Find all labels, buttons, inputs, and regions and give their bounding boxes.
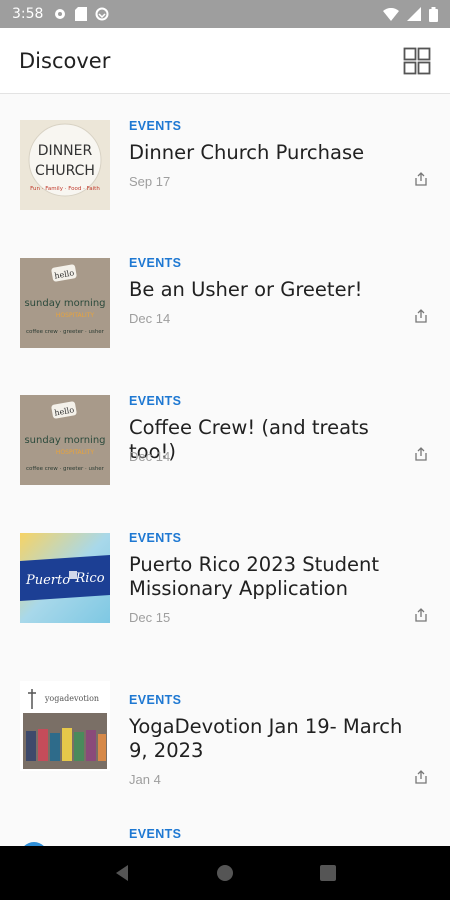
settings-icon (55, 9, 66, 19)
thumb-line1: sunday morning (24, 435, 105, 446)
thumb-line2: HOSPITALITY (56, 312, 95, 319)
status-bar: 3:58 (0, 0, 450, 28)
item-date: Dec 15 (129, 610, 171, 625)
sunday-morning-image: hello sunday morning HOSPITALITY coffee … (20, 258, 110, 348)
recents-icon[interactable] (319, 864, 337, 882)
event-thumbnail: hello sunday morning HOSPITALITY coffee … (20, 258, 110, 348)
thumb-line2: CHURCH (35, 163, 95, 179)
thumb-line1: DINNER (38, 143, 93, 159)
thumb-tagline: coffee crew · greeter · usher (26, 466, 105, 472)
back-icon[interactable] (113, 864, 131, 882)
item-date: Jan 4 (129, 772, 161, 787)
share-icon[interactable] (414, 770, 428, 784)
status-time: 3:58 (12, 6, 44, 22)
thumb-tagline: Fun · Family · Food · Faith (30, 186, 100, 192)
item-category: EVENTS (129, 531, 182, 545)
thumb-tagline: coffee crew · greeter · usher (26, 329, 105, 335)
sunday-morning-image: hello sunday morning HOSPITALITY coffee … (20, 395, 110, 485)
page-title: Discover (19, 48, 111, 73)
signal-icon (407, 7, 421, 21)
thumb-line1: sunday morning (24, 298, 105, 309)
item-title: Coffee Crew! (and treats too!) (129, 416, 369, 463)
battery-icon (429, 6, 438, 22)
event-thumbnail (20, 828, 110, 846)
item-title: Puerto Rico 2023 Student Missionary Appl… (129, 553, 379, 600)
share-icon[interactable] (414, 447, 428, 461)
item-category: EVENTS (129, 827, 182, 841)
sync-icon (95, 7, 109, 21)
item-category: EVENTS (129, 119, 182, 133)
thumb-line1: Puerto (25, 573, 70, 588)
item-title: Be an Usher or Greeter! (129, 278, 363, 301)
event-thumbnail: DINNER CHURCH Fun · Family · Food · Fait… (20, 120, 110, 210)
item-category: EVENTS (129, 693, 182, 707)
event-image (20, 828, 110, 846)
home-icon[interactable] (216, 864, 234, 882)
item-date: Dec 14 (129, 311, 171, 326)
item-category: EVENTS (129, 394, 182, 408)
thumb-line2: HOSPITALITY (56, 449, 95, 456)
item-date: Sep 17 (129, 174, 171, 189)
yogadevotion-image: yogadevotion (20, 681, 110, 771)
dinner-church-image: DINNER CHURCH Fun · Family · Food · Fait… (20, 120, 110, 210)
event-thumbnail: Puerto Rico (20, 533, 110, 623)
item-category: EVENTS (129, 256, 182, 270)
share-icon[interactable] (414, 608, 428, 622)
event-thumbnail: yogadevotion (20, 681, 110, 771)
puerto-rico-image: Puerto Rico (20, 533, 110, 623)
item-title: Dinner Church Purchase (129, 141, 365, 164)
item-date: Dec 14 (129, 449, 171, 464)
thumb-line2: Rico (74, 571, 104, 586)
event-thumbnail: hello sunday morning HOSPITALITY coffee … (20, 395, 110, 485)
sd-card-icon (75, 7, 88, 21)
app-bar: Discover (0, 28, 450, 94)
thumb-line1: yogadevotion (44, 694, 99, 703)
grid-view-icon[interactable] (403, 47, 431, 75)
discover-list: DINNER CHURCH Fun · Family · Food · Fait… (0, 94, 450, 846)
system-nav-bar (0, 846, 450, 900)
share-icon[interactable] (414, 309, 428, 323)
wifi-icon (383, 7, 399, 21)
share-icon[interactable] (414, 172, 428, 186)
item-title: YogaDevotion Jan 19- March 9, 2023 (129, 715, 403, 762)
